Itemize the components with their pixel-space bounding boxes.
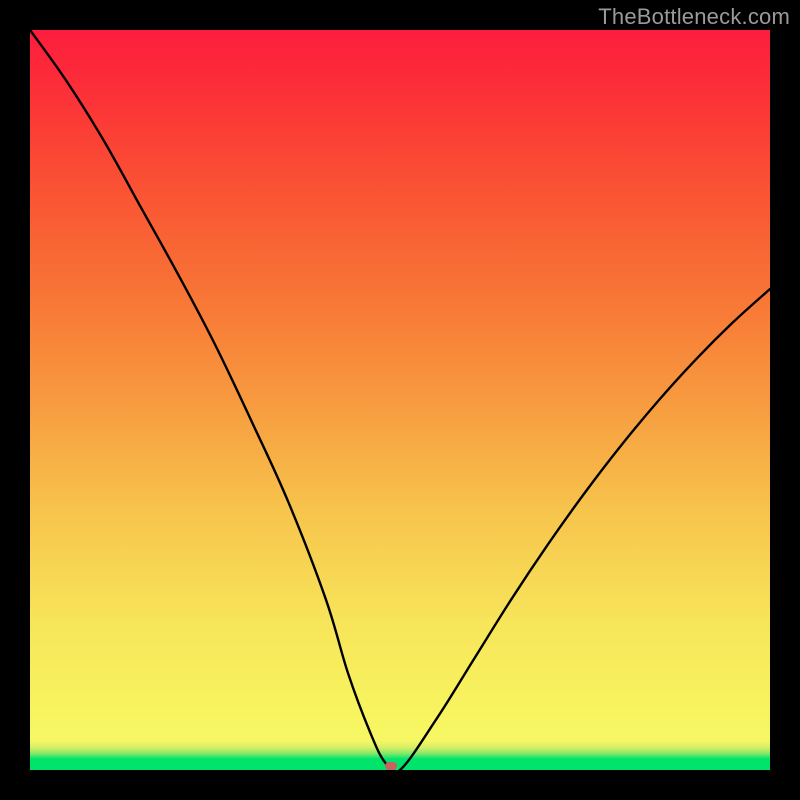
optimal-point-marker	[385, 762, 397, 770]
bottleneck-curve	[30, 30, 770, 773]
plot-area	[30, 30, 770, 770]
chart-frame: TheBottleneck.com	[0, 0, 800, 800]
curve-svg	[30, 30, 770, 770]
watermark-text: TheBottleneck.com	[598, 4, 790, 30]
